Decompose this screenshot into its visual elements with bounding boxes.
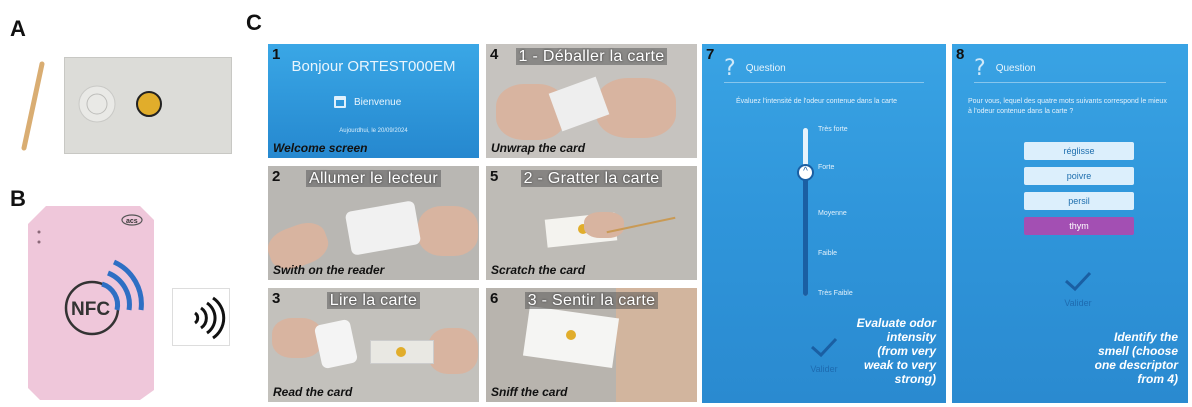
question-header: ? Question: [974, 56, 1036, 81]
panel-number: 8: [956, 46, 965, 63]
chevron-up-icon: ^: [803, 166, 808, 177]
tile-5-scratch-card: 5 2 - Gratter la carte Scratch the card: [486, 166, 697, 280]
panel-7-intensity-question: 7 ? Question Évaluez l'intensité de l'od…: [702, 44, 946, 403]
french-instruction: 2 - Gratter la carte: [486, 170, 697, 188]
calendar-icon: [334, 96, 346, 108]
greeting-text: Bonjour ORTEST000EM: [291, 58, 456, 75]
caption-line: intensity: [886, 330, 936, 344]
contactless-icon: [172, 288, 230, 346]
french-instruction-text: 3 - Sentir la carte: [524, 292, 659, 309]
validate-label: Valider: [1064, 298, 1092, 308]
french-instruction: 1 - Déballer la carte: [486, 48, 697, 66]
nfc-reader-photo: acs NFC: [22, 200, 162, 402]
french-instruction: Lire la carte: [268, 292, 479, 310]
checkmark-icon: [1065, 271, 1092, 292]
stick-photo: [8, 58, 56, 154]
tile-3-read-card: 3 Lire la carte Read the card: [268, 288, 479, 402]
choice-thym[interactable]: thym: [1024, 217, 1134, 235]
question-icon: ?: [974, 56, 986, 81]
caption-line: one descriptor: [1094, 358, 1178, 372]
caption-line: smell (choose: [1097, 344, 1178, 358]
validate-button[interactable]: Valider: [1056, 270, 1100, 316]
french-instruction: Allumer le lecteur: [268, 170, 479, 188]
french-instruction-text: Lire la carte: [326, 292, 421, 309]
checkmark-icon: [811, 337, 838, 358]
svg-text:NFC: NFC: [71, 299, 110, 320]
question-header-label: Question: [745, 63, 786, 74]
tile-number: 1: [272, 46, 281, 63]
tile-caption: Scratch the card: [491, 263, 586, 277]
caption-line: from 4): [1137, 372, 1178, 386]
panel-letter-a: A: [10, 16, 26, 41]
question-icon: ?: [724, 56, 736, 81]
choice-poivre[interactable]: poivre: [1024, 167, 1134, 185]
level-tres-faible[interactable]: Très Faible: [818, 290, 853, 297]
question-prompt-line-1: Pour vous, lequel des quatre mots suivan…: [968, 98, 1167, 105]
tile-caption: Unwrap the card: [491, 141, 586, 155]
caption-line: Evaluate odor: [856, 316, 936, 330]
french-instruction-text: 2 - Gratter la carte: [520, 170, 663, 187]
tile-caption: Sniff the card: [491, 385, 568, 399]
tile-caption: Welcome screen: [273, 141, 368, 155]
panel-letter-c: C: [246, 10, 262, 35]
question-prompt: Évaluez l'intensité de l'odeur contenue …: [736, 98, 898, 105]
caption-line: weak to very: [863, 358, 936, 372]
question-header-label: Question: [995, 63, 1036, 74]
tile-caption: Swith on the reader: [273, 263, 385, 277]
panel-caption: Evaluate odor intensity (from very weak …: [857, 316, 936, 386]
date-text: Aujourdhui, le 20/09/2024: [339, 128, 408, 134]
validate-label: Valider: [810, 364, 838, 374]
level-faible[interactable]: Faible: [818, 250, 837, 257]
question-prompt-line-2: à l'odeur contenue dans la carte ?: [968, 108, 1074, 115]
panel-8-descriptor-question: 8 ? Question Pour vous, lequel des quatr…: [952, 44, 1188, 403]
intensity-slider-fill: [803, 172, 808, 296]
choice-persil[interactable]: persil: [1024, 192, 1134, 210]
card-photo: [64, 57, 232, 154]
tile-4-unwrap-card: 4 1 - Déballer la carte Unwrap the card: [486, 44, 697, 158]
caption-line: Identify the: [1113, 330, 1178, 344]
panel-caption: Identify the smell (choose one descripto…: [1095, 330, 1178, 386]
french-instruction-text: Allumer le lecteur: [305, 170, 441, 187]
tile-2-switch-on-reader: 2 Allumer le lecteur Swith on the reader: [268, 166, 479, 280]
choice-reglisse[interactable]: réglisse: [1024, 142, 1134, 160]
panel-number: 7: [706, 46, 715, 63]
question-header: ? Question: [724, 56, 786, 81]
tile-1-welcome-screen: 1 Bonjour ORTEST000EM Bienvenue Aujourdh…: [268, 44, 479, 158]
tile-6-sniff-card: 6 3 - Sentir la carte Sniff the card: [486, 288, 697, 402]
intensity-slider-handle[interactable]: ^: [797, 164, 814, 181]
french-instruction: 3 - Sentir la carte: [486, 292, 697, 310]
tile-caption: Read the card: [273, 385, 353, 399]
welcome-text: Bienvenue: [354, 97, 402, 108]
caption-line: strong): [894, 372, 936, 386]
level-forte[interactable]: Forte: [818, 164, 834, 171]
caption-line: (from very: [877, 344, 936, 358]
validate-button[interactable]: Valider: [802, 336, 846, 382]
level-moyenne[interactable]: Moyenne: [818, 210, 847, 217]
french-instruction-text: 1 - Déballer la carte: [515, 48, 668, 65]
level-tres-forte[interactable]: Très forte: [818, 126, 848, 133]
acs-logo: acs: [126, 218, 138, 225]
